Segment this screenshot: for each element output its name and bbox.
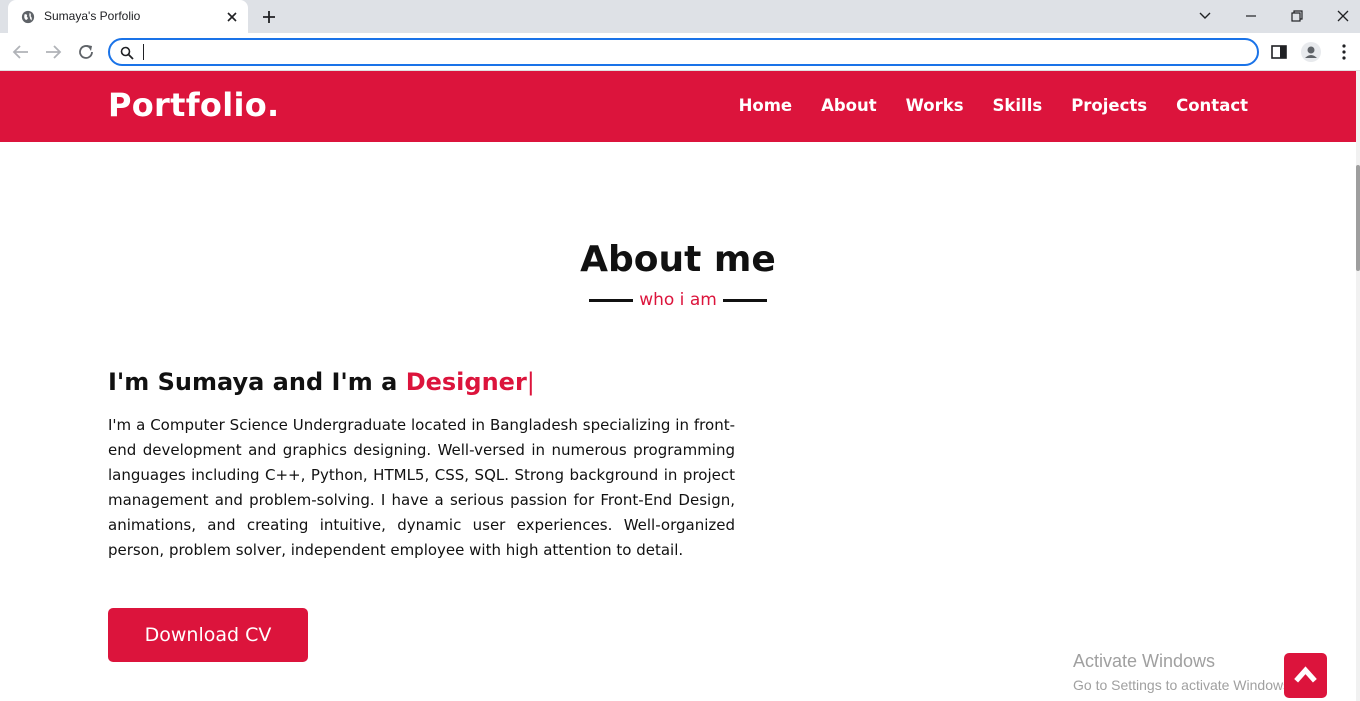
- section-subtitle-row: who i am: [0, 290, 1356, 310]
- close-window-icon[interactable]: [1332, 6, 1354, 26]
- browser-tabstrip: Sumaya's Porfolio: [0, 0, 1360, 33]
- back-arrow-icon[interactable]: [10, 41, 32, 63]
- tab-search-chevron-icon[interactable]: [1194, 6, 1216, 26]
- nav-about[interactable]: About: [821, 96, 877, 115]
- browser-tab[interactable]: Sumaya's Porfolio: [8, 0, 248, 33]
- section-title: About me: [580, 239, 776, 280]
- nav-contact[interactable]: Contact: [1176, 96, 1248, 115]
- text-caret: [143, 44, 144, 60]
- nav-projects[interactable]: Projects: [1071, 96, 1147, 115]
- search-icon: [120, 46, 134, 60]
- section-subtitle: who i am: [639, 290, 717, 310]
- profile-avatar-icon[interactable]: [1300, 41, 1322, 63]
- divider-left: [589, 298, 634, 302]
- main-menu: Home About Works Skills Projects Contact: [739, 96, 1248, 115]
- more-menu-icon[interactable]: [1333, 41, 1355, 63]
- nav-home[interactable]: Home: [739, 96, 793, 115]
- address-bar[interactable]: [108, 38, 1259, 66]
- browser-toolbar: [0, 33, 1360, 71]
- about-heading-prefix: I'm Sumaya and I'm a: [108, 368, 406, 396]
- new-tab-icon[interactable]: [259, 7, 279, 27]
- forward-arrow-icon[interactable]: [42, 41, 64, 63]
- download-cv-button[interactable]: Download CV: [108, 608, 308, 662]
- reload-icon[interactable]: [75, 41, 97, 63]
- tab-title: Sumaya's Porfolio: [44, 9, 141, 23]
- site-navbar: Portfolio. Home About Works Skills Proje…: [0, 71, 1356, 142]
- scrollbar-thumb[interactable]: [1356, 165, 1360, 271]
- typing-text: Designer: [405, 368, 527, 396]
- about-heading: I'm Sumaya and I'm a Designer|: [108, 368, 535, 396]
- minimize-icon[interactable]: [1240, 6, 1262, 26]
- activate-windows-subtitle: Go to Settings to activate Windows.: [1073, 677, 1294, 693]
- about-paragraph: I'm a Computer Science Undergraduate loc…: [108, 416, 735, 559]
- nav-works[interactable]: Works: [906, 96, 964, 115]
- side-panel-icon[interactable]: [1268, 41, 1290, 63]
- nav-skills[interactable]: Skills: [993, 96, 1043, 115]
- restore-icon[interactable]: [1286, 6, 1308, 26]
- page-scrollbar[interactable]: [1356, 71, 1360, 701]
- globe-icon: [21, 10, 35, 24]
- scroll-to-top-button[interactable]: [1284, 653, 1327, 698]
- divider-right: [722, 298, 767, 302]
- close-icon[interactable]: [224, 9, 240, 25]
- page-viewport: Portfolio. Home About Works Skills Proje…: [0, 71, 1356, 701]
- site-logo[interactable]: Portfolio.: [108, 86, 280, 124]
- activate-windows-title: Activate Windows: [1073, 651, 1216, 671]
- typing-cursor: |: [526, 368, 535, 396]
- chevron-up-icon: [1294, 666, 1317, 683]
- address-input[interactable]: [142, 43, 1242, 61]
